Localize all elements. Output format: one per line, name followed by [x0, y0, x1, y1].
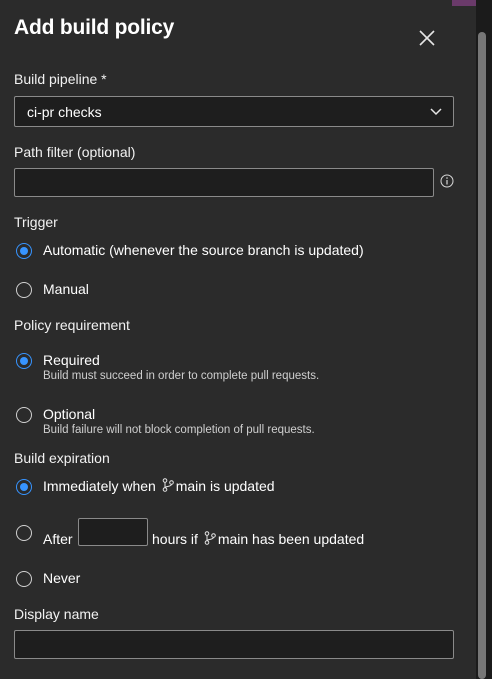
trigger-manual-label: Manual — [43, 281, 89, 297]
policy-required-radio[interactable] — [16, 353, 32, 369]
display-name-label: Display name — [14, 606, 99, 622]
policy-requirement-label: Policy requirement — [14, 317, 130, 333]
close-button[interactable] — [413, 24, 441, 52]
path-filter-input[interactable] — [14, 168, 434, 197]
expiration-after-prefix: After — [43, 531, 73, 547]
display-name-input[interactable] — [14, 630, 454, 659]
expiration-immediately-radio[interactable] — [16, 479, 32, 495]
window-edge-accent — [452, 0, 476, 6]
chevron-down-icon — [430, 108, 442, 116]
close-icon — [419, 30, 435, 46]
git-branch-icon — [162, 478, 174, 492]
policy-required-label: Required — [43, 352, 100, 368]
trigger-automatic-radio[interactable] — [16, 243, 32, 259]
expiration-after-radio[interactable] — [16, 525, 32, 541]
path-filter-label: Path filter (optional) — [14, 144, 136, 160]
expiration-after-middle: hours if — [152, 531, 198, 547]
build-pipeline-value: ci-pr checks — [27, 104, 102, 120]
policy-optional-radio[interactable] — [16, 407, 32, 423]
expiration-after-text: hours if main has been updated — [152, 531, 364, 547]
dialog-title: Add build policy — [14, 16, 175, 39]
expiration-immediately-suffix: main is updated — [175, 478, 275, 494]
expiration-immediately-prefix: Immediately when — [43, 478, 156, 494]
info-icon[interactable] — [440, 174, 454, 188]
expiration-hours-input[interactable] — [78, 518, 148, 546]
git-branch-icon — [204, 531, 216, 545]
policy-optional-label: Optional — [43, 406, 96, 422]
scrollbar-thumb[interactable] — [478, 32, 486, 679]
build-pipeline-label: Build pipeline * — [14, 71, 107, 87]
trigger-automatic-label: Automatic (whenever the source branch is… — [43, 242, 364, 258]
expiration-immediately-text: Immediately when main is updated — [43, 478, 275, 494]
trigger-manual-radio[interactable] — [16, 282, 32, 298]
add-build-policy-panel: Add build policy Build pipeline * ci-pr … — [0, 0, 477, 679]
expiration-after-suffix: main has been updated — [217, 531, 365, 547]
expiration-never-radio[interactable] — [16, 571, 32, 587]
expiration-never-label: Never — [43, 570, 81, 586]
trigger-label: Trigger — [14, 214, 58, 230]
policy-optional-description: Build failure will not block completion … — [43, 424, 315, 436]
build-pipeline-dropdown[interactable]: ci-pr checks — [14, 96, 454, 127]
policy-required-description: Build must succeed in order to complete … — [43, 370, 320, 382]
build-expiration-label: Build expiration — [14, 450, 110, 466]
